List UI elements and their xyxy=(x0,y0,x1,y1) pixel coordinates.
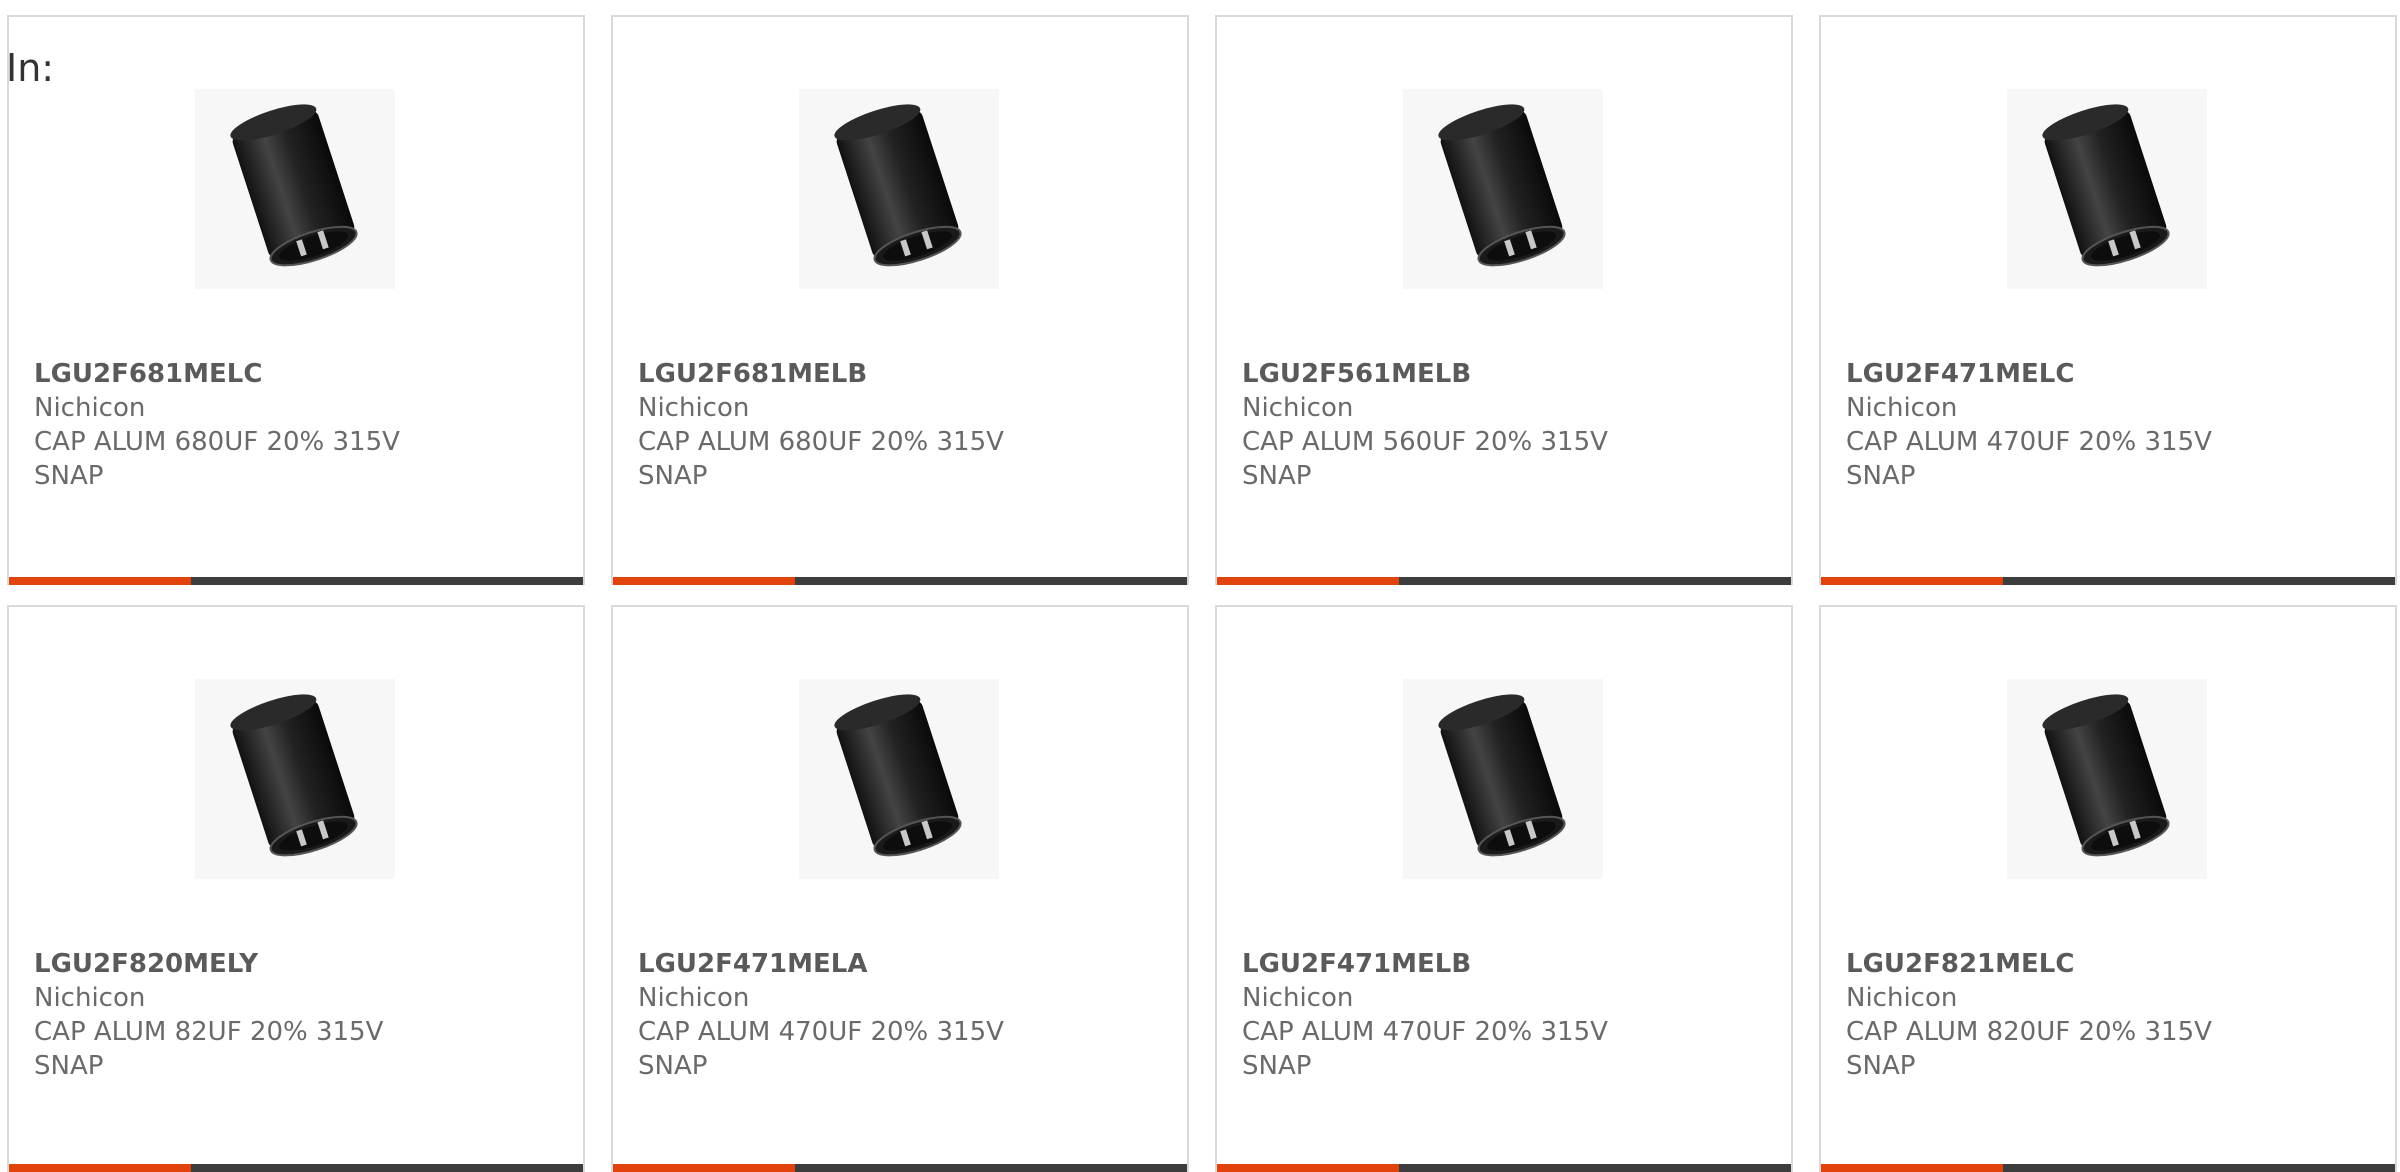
card-bottom-bar xyxy=(1217,577,1791,585)
part-number-link[interactable]: LGU2F820MELY xyxy=(34,947,563,981)
card-bottom-bar xyxy=(9,1164,583,1172)
product-info: LGU2F471MELB Nichicon CAP ALUM 470UF 20%… xyxy=(1242,947,1771,1083)
product-card[interactable]: LGU2F821MELC Nichicon CAP ALUM 820UF 20%… xyxy=(1819,605,2397,1172)
part-number-link[interactable]: LGU2F681MELB xyxy=(638,357,1167,391)
description: CAP ALUM 820UF 20% 315V SNAP xyxy=(1846,1017,2212,1081)
card-accent xyxy=(1821,577,2003,585)
capacitor-icon[interactable] xyxy=(195,89,395,289)
capacitor-icon[interactable] xyxy=(799,89,999,289)
description: CAP ALUM 560UF 20% 315V SNAP xyxy=(1242,427,1608,491)
product-info: LGU2F820MELY Nichicon CAP ALUM 82UF 20% … xyxy=(34,947,563,1083)
card-bottom-bar xyxy=(9,577,583,585)
part-number-link[interactable]: LGU2F561MELB xyxy=(1242,357,1771,391)
manufacturer: Nichicon xyxy=(1242,983,1354,1013)
product-card[interactable]: LGU2F681MELB Nichicon CAP ALUM 680UF 20%… xyxy=(611,15,1189,585)
capacitor-icon[interactable] xyxy=(2007,679,2207,879)
card-accent xyxy=(9,577,191,585)
manufacturer: Nichicon xyxy=(1846,393,1958,423)
product-card[interactable]: LGU2F561MELB Nichicon CAP ALUM 560UF 20%… xyxy=(1215,15,1793,585)
card-accent xyxy=(1217,1164,1399,1172)
description: CAP ALUM 470UF 20% 315V SNAP xyxy=(1242,1017,1608,1081)
product-grid-page: In: LGU2F681MELC Nichicon CAP ALUM 680UF… xyxy=(0,0,2400,1172)
manufacturer: Nichicon xyxy=(34,393,146,423)
card-bottom-bar xyxy=(1217,1164,1791,1172)
product-card[interactable]: LGU2F820MELY Nichicon CAP ALUM 82UF 20% … xyxy=(7,605,585,1172)
description: CAP ALUM 82UF 20% 315V SNAP xyxy=(34,1017,384,1081)
card-accent xyxy=(1821,1164,2003,1172)
product-info: LGU2F681MELC Nichicon CAP ALUM 680UF 20%… xyxy=(34,357,563,493)
card-bottom-bar xyxy=(613,1164,1187,1172)
description: CAP ALUM 680UF 20% 315V SNAP xyxy=(34,427,400,491)
card-bottom-bar xyxy=(1821,577,2395,585)
capacitor-icon[interactable] xyxy=(2007,89,2207,289)
card-accent xyxy=(613,577,795,585)
capacitor-icon[interactable] xyxy=(1403,679,1603,879)
product-card[interactable]: LGU2F471MELB Nichicon CAP ALUM 470UF 20%… xyxy=(1215,605,1793,1172)
card-accent xyxy=(9,1164,191,1172)
product-card[interactable]: LGU2F681MELC Nichicon CAP ALUM 680UF 20%… xyxy=(7,15,585,585)
in-label: In: xyxy=(6,46,55,90)
product-info: LGU2F471MELC Nichicon CAP ALUM 470UF 20%… xyxy=(1846,357,2375,493)
part-number-link[interactable]: LGU2F471MELB xyxy=(1242,947,1771,981)
card-accent xyxy=(1217,577,1399,585)
part-number-link[interactable]: LGU2F471MELA xyxy=(638,947,1167,981)
description: CAP ALUM 680UF 20% 315V SNAP xyxy=(638,427,1004,491)
card-accent xyxy=(613,1164,795,1172)
manufacturer: Nichicon xyxy=(1846,983,1958,1013)
description: CAP ALUM 470UF 20% 315V SNAP xyxy=(1846,427,2212,491)
product-info: LGU2F681MELB Nichicon CAP ALUM 680UF 20%… xyxy=(638,357,1167,493)
manufacturer: Nichicon xyxy=(34,983,146,1013)
description: CAP ALUM 470UF 20% 315V SNAP xyxy=(638,1017,1004,1081)
capacitor-icon[interactable] xyxy=(195,679,395,879)
part-number-link[interactable]: LGU2F821MELC xyxy=(1846,947,2375,981)
capacitor-icon[interactable] xyxy=(1403,89,1603,289)
card-bottom-bar xyxy=(1821,1164,2395,1172)
part-number-link[interactable]: LGU2F681MELC xyxy=(34,357,563,391)
part-number-link[interactable]: LGU2F471MELC xyxy=(1846,357,2375,391)
product-info: LGU2F471MELA Nichicon CAP ALUM 470UF 20%… xyxy=(638,947,1167,1083)
product-card[interactable]: LGU2F471MELC Nichicon CAP ALUM 470UF 20%… xyxy=(1819,15,2397,585)
card-bottom-bar xyxy=(613,577,1187,585)
product-info: LGU2F821MELC Nichicon CAP ALUM 820UF 20%… xyxy=(1846,947,2375,1083)
capacitor-icon[interactable] xyxy=(799,679,999,879)
manufacturer: Nichicon xyxy=(1242,393,1354,423)
product-info: LGU2F561MELB Nichicon CAP ALUM 560UF 20%… xyxy=(1242,357,1771,493)
manufacturer: Nichicon xyxy=(638,393,750,423)
manufacturer: Nichicon xyxy=(638,983,750,1013)
product-card[interactable]: LGU2F471MELA Nichicon CAP ALUM 470UF 20%… xyxy=(611,605,1189,1172)
